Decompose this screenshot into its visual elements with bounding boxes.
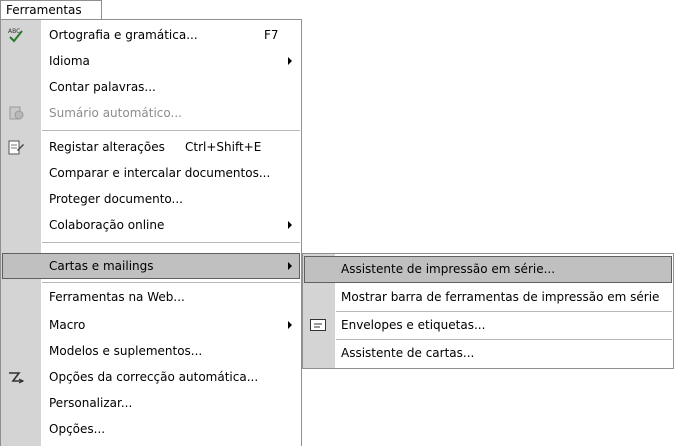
submenu-arrow-icon: [288, 57, 292, 65]
menu-item-shortcut: Ctrl+Shift+E: [185, 140, 262, 154]
menu-item-label: Registar alterações: [49, 140, 165, 154]
menu-item-options[interactable]: Opções...: [2, 416, 300, 442]
menu-item-label: Opções da correcção automática...: [49, 370, 259, 384]
menu-item-letters-mailings[interactable]: Cartas e mailings: [2, 253, 300, 279]
menu-item-label: Macro: [49, 318, 86, 332]
menu-item-language[interactable]: Idioma: [2, 48, 300, 74]
menubar-ferramentas-label: Ferramentas: [6, 3, 82, 17]
menu-item-online-collaboration[interactable]: Colaboração online: [2, 212, 300, 238]
submenu-item-mail-merge-wizard[interactable]: Assistente de impressão em série...: [304, 256, 672, 283]
menu-item-spelling[interactable]: ABC Ortografia e gramática... F7: [2, 22, 300, 48]
menu-item-shortcut: F7: [264, 28, 279, 42]
submenu-arrow-icon: [288, 321, 292, 329]
menu-item-label: Comparar e intercalar documentos...: [49, 166, 271, 180]
autocorrect-icon: [7, 368, 25, 386]
abc-check-icon: ABC: [7, 26, 25, 44]
menu-item-templates-addins[interactable]: Modelos e suplementos...: [2, 338, 300, 364]
autosummary-icon: [7, 104, 25, 122]
submenu-item-label: Assistente de cartas...: [341, 346, 475, 360]
menu-separator: [42, 282, 300, 283]
menu-item-label: Cartas e mailings: [49, 259, 154, 273]
submenu-arrow-icon: [288, 221, 292, 229]
menu-separator: [42, 242, 300, 243]
menu-item-label: Sumário automático...: [49, 106, 182, 120]
submenu-item-letter-wizard[interactable]: Assistente de cartas...: [304, 340, 672, 367]
envelope-icon: [310, 319, 326, 331]
menu-separator: [42, 130, 300, 131]
menu-item-track-changes[interactable]: Registar alterações Ctrl+Shift+E: [2, 134, 300, 160]
submenu-arrow-icon: [288, 262, 292, 270]
menu-item-label: Contar palavras...: [49, 80, 156, 94]
letters-mailings-submenu: Assistente de impressão em série... Most…: [302, 253, 674, 369]
menu-item-label: Personalizar...: [49, 396, 133, 410]
menu-item-macro[interactable]: Macro: [2, 312, 300, 338]
menu-item-label: Modelos e suplementos...: [49, 344, 203, 358]
tools-menu: ABC Ortografia e gramática... F7 Idioma …: [0, 19, 302, 446]
menubar-ferramentas[interactable]: Ferramentas: [0, 0, 102, 19]
menu-item-label: Ortografia e gramática...: [49, 28, 198, 42]
menu-item-label: Ferramentas na Web...: [49, 290, 185, 304]
menu-item-label: Idioma: [49, 54, 90, 68]
track-changes-icon: [7, 138, 25, 156]
submenu-item-label: Assistente de impressão em série...: [341, 262, 556, 276]
submenu-item-label: Mostrar barra de ferramentas de impressã…: [341, 290, 660, 304]
menu-item-autosummary[interactable]: Sumário automático...: [2, 100, 300, 126]
menu-item-web-tools[interactable]: Ferramentas na Web...: [2, 284, 300, 310]
menu-item-customize[interactable]: Personalizar...: [2, 390, 300, 416]
menu-item-label: Proteger documento...: [49, 192, 183, 206]
submenu-item-envelopes-labels[interactable]: Envelopes e etiquetas...: [304, 312, 672, 339]
menu-item-label: Colaboração online: [49, 218, 165, 232]
menu-item-label: Opções...: [49, 422, 106, 436]
submenu-item-show-mail-merge-toolbar[interactable]: Mostrar barra de ferramentas de impressã…: [304, 284, 672, 311]
submenu-item-label: Envelopes e etiquetas...: [341, 318, 486, 332]
menu-item-compare-merge[interactable]: Comparar e intercalar documentos...: [2, 160, 300, 186]
menu-item-autocorrect-options[interactable]: Opções da correcção automática...: [2, 364, 300, 390]
menu-item-protect-document[interactable]: Proteger documento...: [2, 186, 300, 212]
menu-item-word-count[interactable]: Contar palavras...: [2, 74, 300, 100]
